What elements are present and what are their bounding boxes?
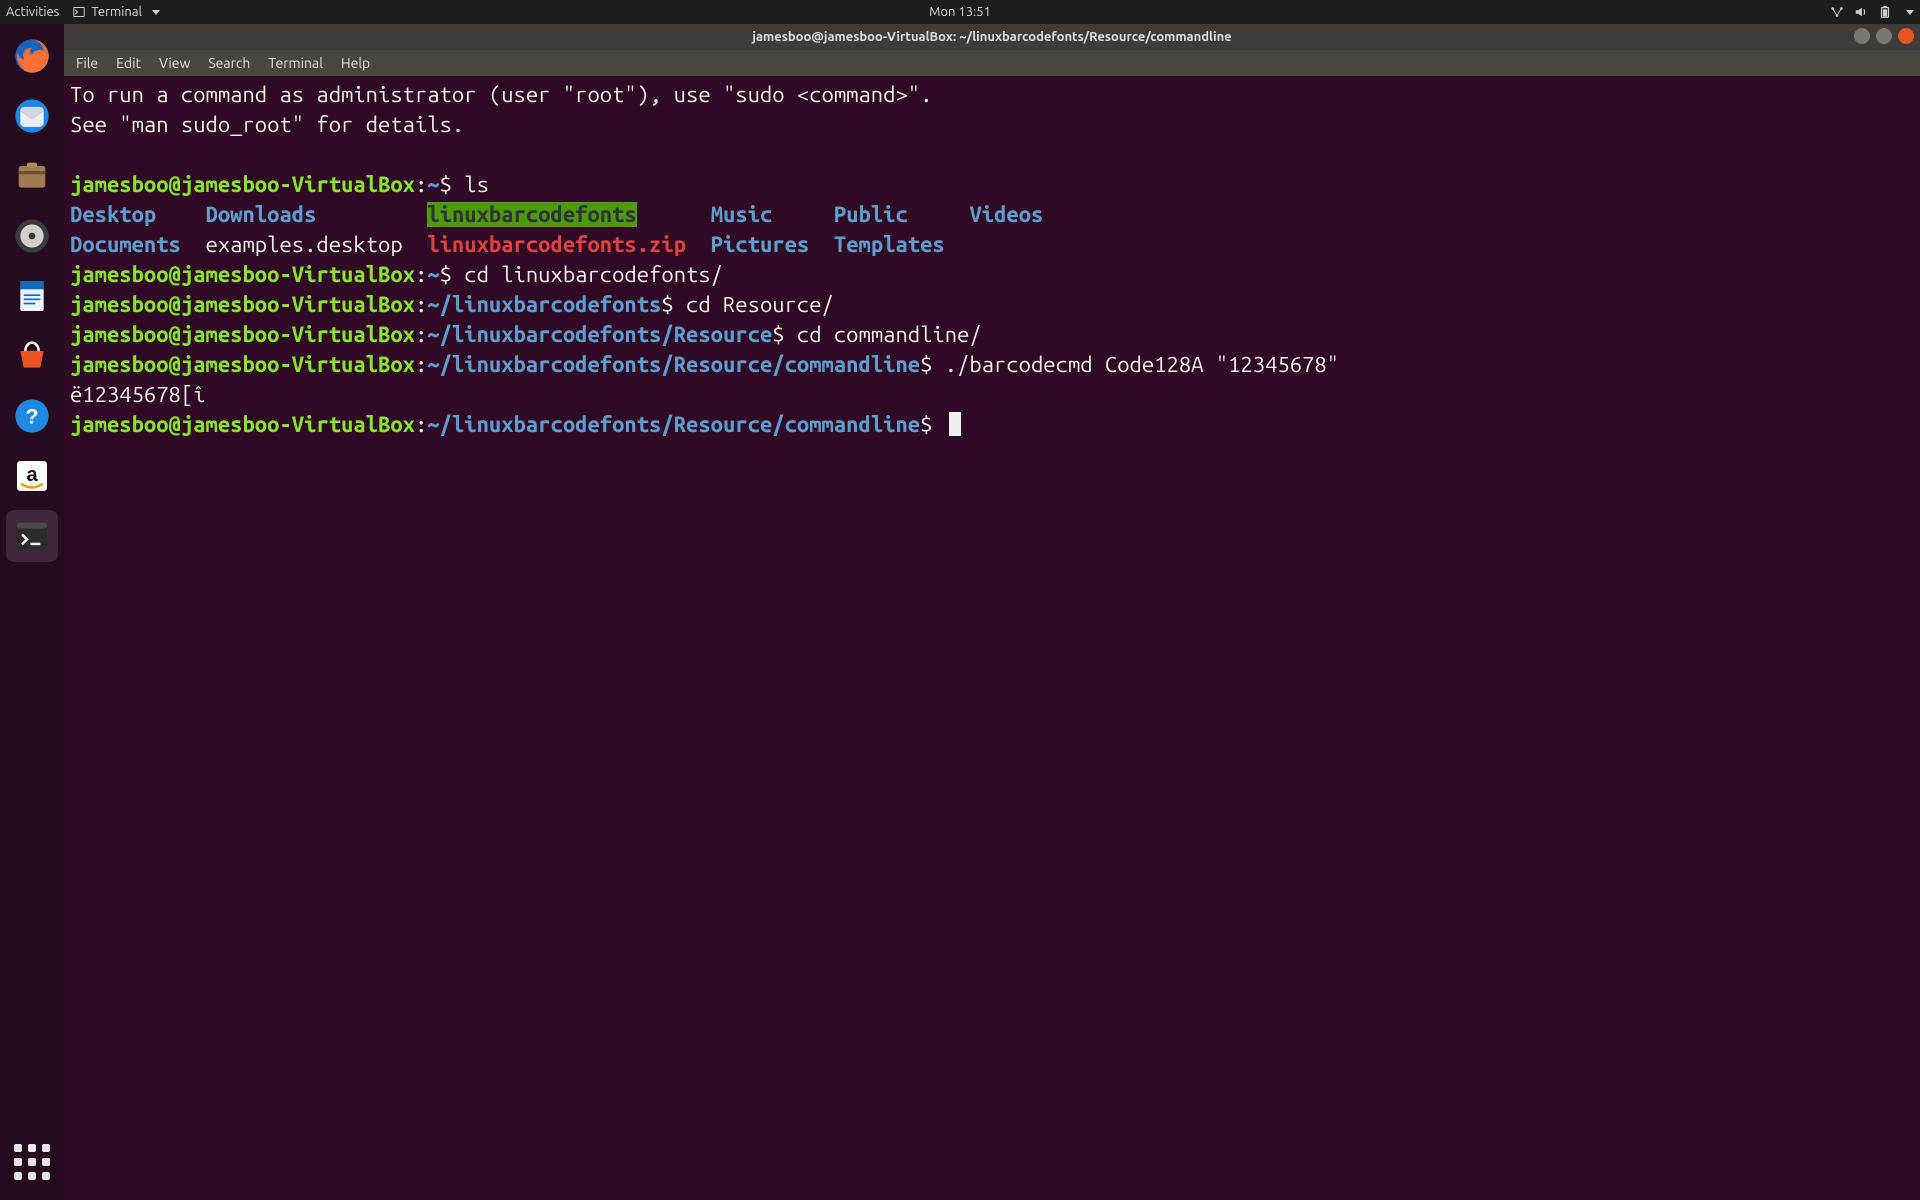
prompt-dollar: $: [920, 352, 945, 377]
files-icon: [12, 156, 52, 196]
ls-entry: linuxbarcodefonts.zip: [427, 232, 686, 257]
prompt-colon: :: [415, 292, 427, 317]
prompt-path: ~/linuxbarcodefonts/Resource/commandline: [427, 412, 920, 437]
terminal-icon: [73, 6, 85, 18]
ls-entry: Desktop: [70, 202, 156, 227]
window-controls: [1854, 28, 1914, 44]
term-cmd: ls: [464, 172, 489, 197]
menu-help[interactable]: Help: [341, 55, 370, 71]
thunderbird-icon: [12, 96, 52, 136]
top-bar: Activities Terminal Mon 13:51: [0, 0, 1920, 24]
ls-entry: Templates: [834, 232, 945, 257]
terminal-body[interactable]: To run a command as administrator (user …: [64, 76, 1920, 1200]
cursor: [949, 412, 961, 436]
prompt-user: jamesboo@jamesboo-VirtualBox: [70, 322, 415, 347]
term-line: To run a command as administrator (user …: [70, 82, 932, 107]
ls-entry-selected: linuxbarcodefonts: [427, 202, 636, 227]
amazon-icon: a: [12, 456, 52, 496]
term-cmd: cd linuxbarcodefonts/: [464, 262, 723, 287]
prompt-path: ~: [427, 262, 439, 287]
dock-item-amazon[interactable]: a: [6, 450, 58, 502]
dock-item-rhythmbox[interactable]: [6, 210, 58, 262]
svg-text:?: ?: [25, 404, 38, 429]
prompt-user: jamesboo@jamesboo-VirtualBox: [70, 262, 415, 287]
dock-item-firefox[interactable]: [6, 30, 58, 82]
menu-edit[interactable]: Edit: [116, 55, 141, 71]
prompt-path: ~: [427, 172, 439, 197]
network-icon: [1830, 5, 1844, 19]
prompt-colon: :: [415, 412, 427, 437]
terminal-window: jamesboo@jamesboo-VirtualBox: ~/linuxbar…: [64, 24, 1920, 1200]
activities-button[interactable]: Activities: [6, 5, 59, 19]
term-cmd: cd commandline/: [797, 322, 982, 347]
writer-icon: [12, 276, 52, 316]
chevron-down-icon: [152, 10, 160, 15]
chevron-down-icon: [1906, 10, 1914, 15]
prompt-user: jamesboo@jamesboo-VirtualBox: [70, 352, 415, 377]
prompt-dollar: $: [661, 292, 686, 317]
ls-entry: Downloads: [206, 202, 317, 227]
prompt-path: ~/linuxbarcodefonts: [427, 292, 661, 317]
ls-entry: Music: [711, 202, 773, 227]
system-tray[interactable]: [1830, 5, 1914, 19]
prompt-colon: :: [415, 172, 427, 197]
term-line: See "man sudo_root" for details.: [70, 112, 464, 137]
window-title: jamesboo@jamesboo-VirtualBox: ~/linuxbar…: [752, 30, 1231, 44]
prompt-path: ~/linuxbarcodefonts/Resource: [427, 322, 772, 347]
svg-text:a: a: [26, 464, 38, 486]
prompt-dollar: $: [440, 262, 465, 287]
clock[interactable]: Mon 13:51: [929, 5, 991, 19]
help-icon: ?: [12, 396, 52, 436]
ls-entry: Pictures: [711, 232, 810, 257]
apps-grid-button[interactable]: [12, 1142, 52, 1182]
window-maximize-button[interactable]: [1876, 28, 1892, 44]
battery-icon: [1878, 5, 1892, 19]
menu-terminal[interactable]: Terminal: [268, 55, 323, 71]
volume-icon: [1854, 5, 1868, 19]
term-output: ë12345678[î: [70, 382, 206, 407]
software-icon: [12, 336, 52, 376]
ls-entry: Documents: [70, 232, 181, 257]
prompt-dollar: $: [440, 172, 465, 197]
prompt-colon: :: [415, 322, 427, 347]
prompt-user: jamesboo@jamesboo-VirtualBox: [70, 412, 415, 437]
prompt-user: jamesboo@jamesboo-VirtualBox: [70, 172, 415, 197]
menu-search[interactable]: Search: [208, 55, 250, 71]
term-cmd: cd Resource/: [686, 292, 834, 317]
prompt-path: ~/linuxbarcodefonts/Resource/commandline: [427, 352, 920, 377]
prompt-colon: :: [415, 262, 427, 287]
ls-entry: examples.desktop: [206, 232, 403, 257]
app-indicator[interactable]: Terminal: [73, 5, 160, 19]
dock-item-writer[interactable]: [6, 270, 58, 322]
ls-entry: Public: [834, 202, 908, 227]
firefox-icon: [12, 36, 52, 76]
menubar: File Edit View Search Terminal Help: [64, 50, 1920, 76]
dock-item-terminal[interactable]: [6, 510, 58, 562]
prompt-dollar: $: [920, 412, 945, 437]
dock-item-help[interactable]: ?: [6, 390, 58, 442]
window-titlebar[interactable]: jamesboo@jamesboo-VirtualBox: ~/linuxbar…: [64, 24, 1920, 50]
terminal-icon: [12, 516, 52, 556]
menu-file[interactable]: File: [76, 55, 98, 71]
dock-item-software[interactable]: [6, 330, 58, 382]
term-cmd: ./barcodecmd Code128A "12345678": [945, 352, 1339, 377]
dock-item-thunderbird[interactable]: [6, 90, 58, 142]
prompt-user: jamesboo@jamesboo-VirtualBox: [70, 292, 415, 317]
prompt-colon: :: [415, 352, 427, 377]
rhythmbox-icon: [12, 216, 52, 256]
window-minimize-button[interactable]: [1854, 28, 1870, 44]
dock: ? a: [0, 24, 64, 1200]
ls-entry: Videos: [969, 202, 1043, 227]
menu-view[interactable]: View: [159, 55, 190, 71]
app-indicator-label: Terminal: [91, 5, 142, 19]
dock-item-files[interactable]: [6, 150, 58, 202]
window-close-button[interactable]: [1898, 28, 1914, 44]
prompt-dollar: $: [772, 322, 797, 347]
